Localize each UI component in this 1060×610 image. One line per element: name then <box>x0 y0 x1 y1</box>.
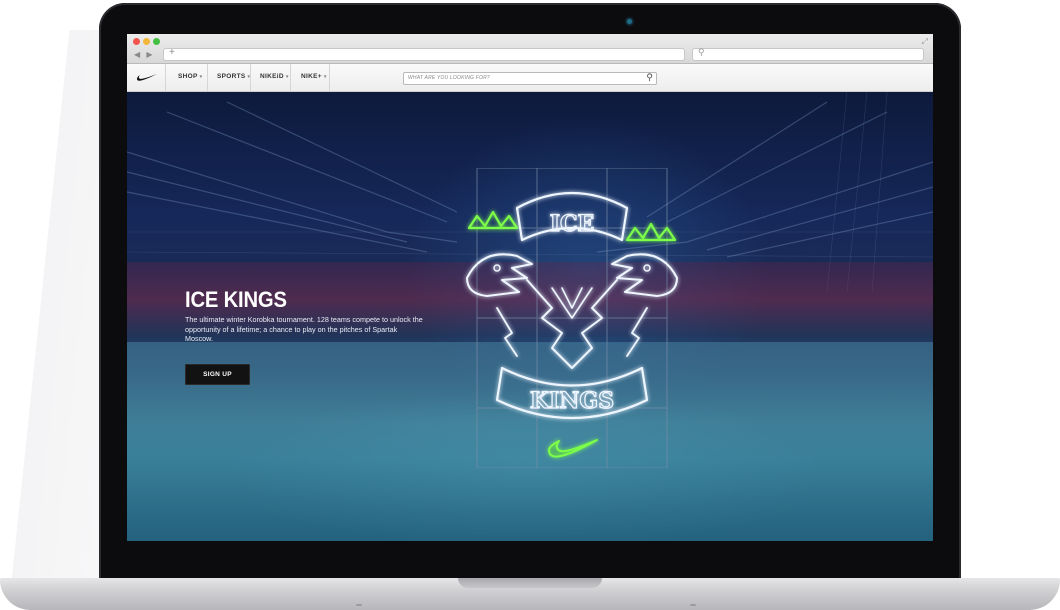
laptop-opening-notch <box>458 578 602 588</box>
search-icon: ⚲ <box>698 47 705 57</box>
hero-text-block: ICE KINGS The ultimate winter Korobka to… <box>185 288 425 344</box>
nav-divider <box>290 64 291 91</box>
ice-kings-neon-emblem: ICE KINGS <box>466 168 678 468</box>
crown-icon <box>467 210 519 230</box>
nav-divider <box>165 64 166 91</box>
nav-item-sports[interactable]: SPORTS ▾ <box>217 73 250 80</box>
nike-swoosh-icon <box>548 439 598 458</box>
nav-item-label: NIKEiD <box>260 73 284 80</box>
nav-item-nikeplus[interactable]: NIKE+ ▾ <box>301 73 327 80</box>
site-navigation: SHOP ▾ SPORTS ▾ NIKEiD ▾ NIKE+ ▾ WHAT ARE YO… <box>127 64 933 92</box>
sign-up-button[interactable]: SIGN UP <box>185 364 250 385</box>
laptop-foot <box>690 604 696 606</box>
minimize-window-button[interactable] <box>143 38 150 45</box>
nav-item-label: SHOP <box>178 73 198 80</box>
browser-chrome: ◀ ▶ + ⚲ ⤢ <box>127 34 933 64</box>
hero-title: ICE KINGS <box>185 287 287 312</box>
nav-item-nikeid[interactable]: NIKEiD ▾ <box>260 73 289 80</box>
nav-item-shop[interactable]: SHOP ▾ <box>178 73 202 80</box>
hero-description: The ultimate winter Korobka tournament. … <box>185 315 423 344</box>
maximize-window-button[interactable] <box>153 38 160 45</box>
nav-item-label: NIKE+ <box>301 73 322 80</box>
nav-divider <box>207 64 208 91</box>
close-window-button[interactable] <box>133 38 140 45</box>
chevron-down-icon: ▾ <box>323 74 327 80</box>
chevron-down-icon: ▾ <box>285 74 289 80</box>
site-search-input[interactable]: WHAT ARE YOU LOOKING FOR? ⚲ <box>403 72 657 85</box>
nav-divider <box>250 64 251 91</box>
crown-icon <box>625 222 677 242</box>
search-placeholder: WHAT ARE YOU LOOKING FOR? <box>408 75 490 81</box>
laptop-foot <box>356 604 362 606</box>
hero-banner: ICE KINGS ICE KINGS The ultimate winter … <box>127 92 933 541</box>
browser-search-bar[interactable]: ⚲ <box>692 47 924 61</box>
nav-divider <box>329 64 330 91</box>
fullscreen-icon[interactable]: ⤢ <box>922 37 928 47</box>
search-icon[interactable]: ⚲ <box>646 72 653 83</box>
emblem-bottom-text: KINGS <box>530 388 614 414</box>
emblem-top-text: ICE <box>550 211 595 237</box>
nav-item-label: SPORTS <box>217 73 246 80</box>
nike-swoosh-icon[interactable] <box>136 71 158 83</box>
camera-icon <box>627 19 632 24</box>
new-tab-icon[interactable]: + <box>169 47 175 58</box>
back-forward-icon[interactable]: ◀ ▶ <box>134 50 155 59</box>
address-bar[interactable]: + <box>163 47 685 61</box>
chevron-down-icon: ▾ <box>199 74 203 80</box>
laptop-screen: ◀ ▶ + ⚲ ⤢ SHOP ▾ SPORTS ▾ NIKEiD ▾ NIKE+ ▾ <box>127 34 933 541</box>
